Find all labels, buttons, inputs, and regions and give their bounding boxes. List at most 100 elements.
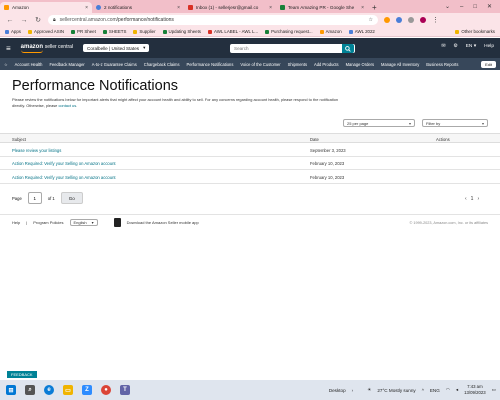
bookmark-item[interactable]: Amazon	[319, 29, 342, 34]
page-title: Performance Notifications	[12, 78, 179, 94]
extension-icon[interactable]	[396, 17, 402, 23]
zoom-icon[interactable]: Z	[82, 385, 92, 395]
language-indicator[interactable]: ENG	[430, 388, 440, 393]
nav-item[interactable]: A-to-z Guarantee Claims	[92, 62, 137, 67]
chevron-icon[interactable]: ›	[352, 388, 354, 393]
bookmark-item[interactable]: PR Sheet	[71, 29, 96, 34]
profile-avatar[interactable]	[420, 17, 426, 23]
new-tab-button[interactable]: +	[368, 2, 381, 13]
tray-up-icon[interactable]: ^	[422, 388, 424, 393]
star-icon[interactable]: ☆	[369, 17, 373, 23]
back-icon[interactable]: ←	[6, 17, 14, 24]
bookmark-label: Approved ASIN	[34, 29, 65, 34]
per-page-select[interactable]: 25 per page ▾	[343, 119, 415, 127]
browser-tab[interactable]: 2 notifications ×	[92, 2, 184, 13]
close-tab-icon[interactable]: ×	[85, 5, 88, 11]
bookmark-item[interactable]: Supplier	[133, 29, 156, 34]
feedback-button[interactable]: FEEDBACK	[7, 371, 37, 378]
nav-item[interactable]: Business Reports	[426, 62, 458, 67]
browser-tab[interactable]: Inbox (1) - sellerjesr@gmail.co ×	[184, 2, 276, 13]
chrome-icon[interactable]: ●	[101, 385, 111, 395]
contact-us-link[interactable]: contact us	[58, 103, 76, 108]
mail-icon[interactable]: ✉	[441, 44, 445, 49]
close-tab-icon[interactable]: ×	[177, 5, 180, 11]
bookmark-item[interactable]: AWL LABEL - AWL L...	[208, 29, 258, 34]
footer-language-select[interactable]: English ▾	[69, 219, 98, 226]
volume-icon[interactable]: ◂	[456, 387, 458, 393]
desktop-label[interactable]: Desktop	[329, 388, 346, 393]
browser-tab[interactable]: Team Amazing PR - Google She ×	[276, 2, 368, 13]
close-tab-icon[interactable]: ×	[361, 5, 364, 11]
page-number-input[interactable]	[27, 192, 42, 204]
table-row: Action Required: Verify your Selling on …	[0, 157, 500, 170]
amazon-seller-central-logo[interactable]: amazon seller central	[20, 44, 73, 53]
notification-icon[interactable]: ▭	[492, 387, 496, 393]
close-tab-icon[interactable]: ×	[269, 5, 272, 11]
notification-subject-link[interactable]: Please review your listings	[12, 148, 61, 153]
next-page-icon[interactable]: ›	[477, 196, 479, 202]
header-right: ✉ ⚙ EN ▾ Help	[441, 44, 494, 49]
store-selector[interactable]: Coralbelle | United States ▾	[83, 44, 150, 52]
language-selector[interactable]: EN ▾	[466, 44, 476, 49]
search-input[interactable]	[230, 46, 342, 51]
hamburger-menu-icon[interactable]: ≡	[6, 44, 11, 53]
weather-text[interactable]: 27°C Mostly sunny	[377, 388, 415, 393]
tab-label: Inbox (1) - sellerjesr@gmail.co	[196, 5, 259, 10]
maximize-icon[interactable]: □	[473, 4, 477, 10]
go-button[interactable]: Go	[60, 192, 83, 204]
nav-item[interactable]: Account Health	[15, 62, 43, 67]
forward-icon[interactable]: →	[20, 17, 28, 24]
help-link[interactable]: Help	[484, 44, 494, 49]
filter-select[interactable]: Filter by ▾	[422, 119, 488, 127]
bookmark-star-icon[interactable]: ☆	[4, 62, 8, 67]
prev-page-icon[interactable]: ‹	[465, 196, 467, 202]
nav-item[interactable]: Voice of the Customer	[240, 62, 280, 67]
teams-icon[interactable]: T	[120, 385, 130, 395]
url-field[interactable]: 🔒︎ sellercentral.amazon.com/performance/…	[48, 15, 378, 25]
current-page[interactable]: 1	[471, 196, 474, 202]
address-bar-row: ← → ↻ 🔒︎ sellercentral.amazon.com/perfor…	[0, 13, 500, 27]
footer-help-link[interactable]: Help	[12, 220, 20, 225]
close-window-icon[interactable]: ✕	[487, 3, 492, 10]
extension-icon[interactable]	[384, 17, 390, 23]
column-header-actions: Actions	[436, 137, 450, 142]
search-button[interactable]	[342, 44, 354, 53]
edit-nav-button[interactable]: Edit	[481, 60, 496, 68]
mobile-app-link[interactable]: Download the Amazon Seller mobile app	[127, 220, 199, 225]
language-label: EN	[465, 44, 473, 49]
extensions-puzzle-icon[interactable]	[408, 17, 414, 23]
bookmark-item[interactable]: Approved ASIN	[28, 29, 64, 34]
windows-start-icon[interactable]: ⊞	[6, 385, 16, 395]
nav-item[interactable]: Manage Orders	[346, 62, 374, 67]
nav-item[interactable]: Shipments	[288, 62, 307, 67]
notification-subject-link[interactable]: Action Required: Verify your Selling on …	[12, 161, 116, 166]
notification-subject-link[interactable]: Action Required: Verify your Selling on …	[12, 175, 116, 180]
search-icon[interactable]: ⌕	[25, 385, 35, 395]
minimize-icon[interactable]: –	[460, 4, 463, 10]
bookmark-item[interactable]: Apps	[5, 29, 21, 34]
browser-tab[interactable]: Amazon ×	[0, 2, 92, 13]
wifi-icon[interactable]: ◠	[446, 387, 450, 393]
nav-item[interactable]: Chargeback Claims	[144, 62, 180, 67]
other-bookmarks[interactable]: Other bookmarks	[455, 29, 495, 34]
search-icon	[345, 45, 351, 52]
program-policies-link[interactable]: Program Policies	[33, 220, 63, 225]
bookmark-item[interactable]: SHEETS	[102, 29, 126, 34]
notification-date: September 3, 2023	[310, 148, 346, 153]
sheets-icon	[102, 29, 107, 34]
edge-browser-icon[interactable]: e	[44, 385, 54, 395]
nav-item[interactable]: Performance Notifications	[187, 62, 234, 67]
pager-nav: ‹ 1 ›	[465, 196, 479, 202]
bookmark-item[interactable]: Purchasing request...	[265, 29, 313, 34]
reload-icon[interactable]: ↻	[34, 16, 42, 24]
bookmark-item[interactable]: Updating Sheets	[162, 29, 201, 34]
clock[interactable]: 7:43 am 13/09/2023	[464, 384, 486, 396]
nav-item[interactable]: Manage All Inventory	[381, 62, 419, 67]
bookmark-item[interactable]: AWL 2022	[348, 29, 375, 34]
file-explorer-icon[interactable]: ▭	[63, 385, 73, 395]
browser-menu-icon[interactable]: ⋮	[432, 16, 439, 24]
nav-item[interactable]: Add Products	[314, 62, 339, 67]
settings-icon[interactable]: ⚙	[453, 44, 457, 49]
tab-search-icon[interactable]: ⌄	[445, 3, 450, 10]
nav-item[interactable]: Feedback Manager	[49, 62, 84, 67]
